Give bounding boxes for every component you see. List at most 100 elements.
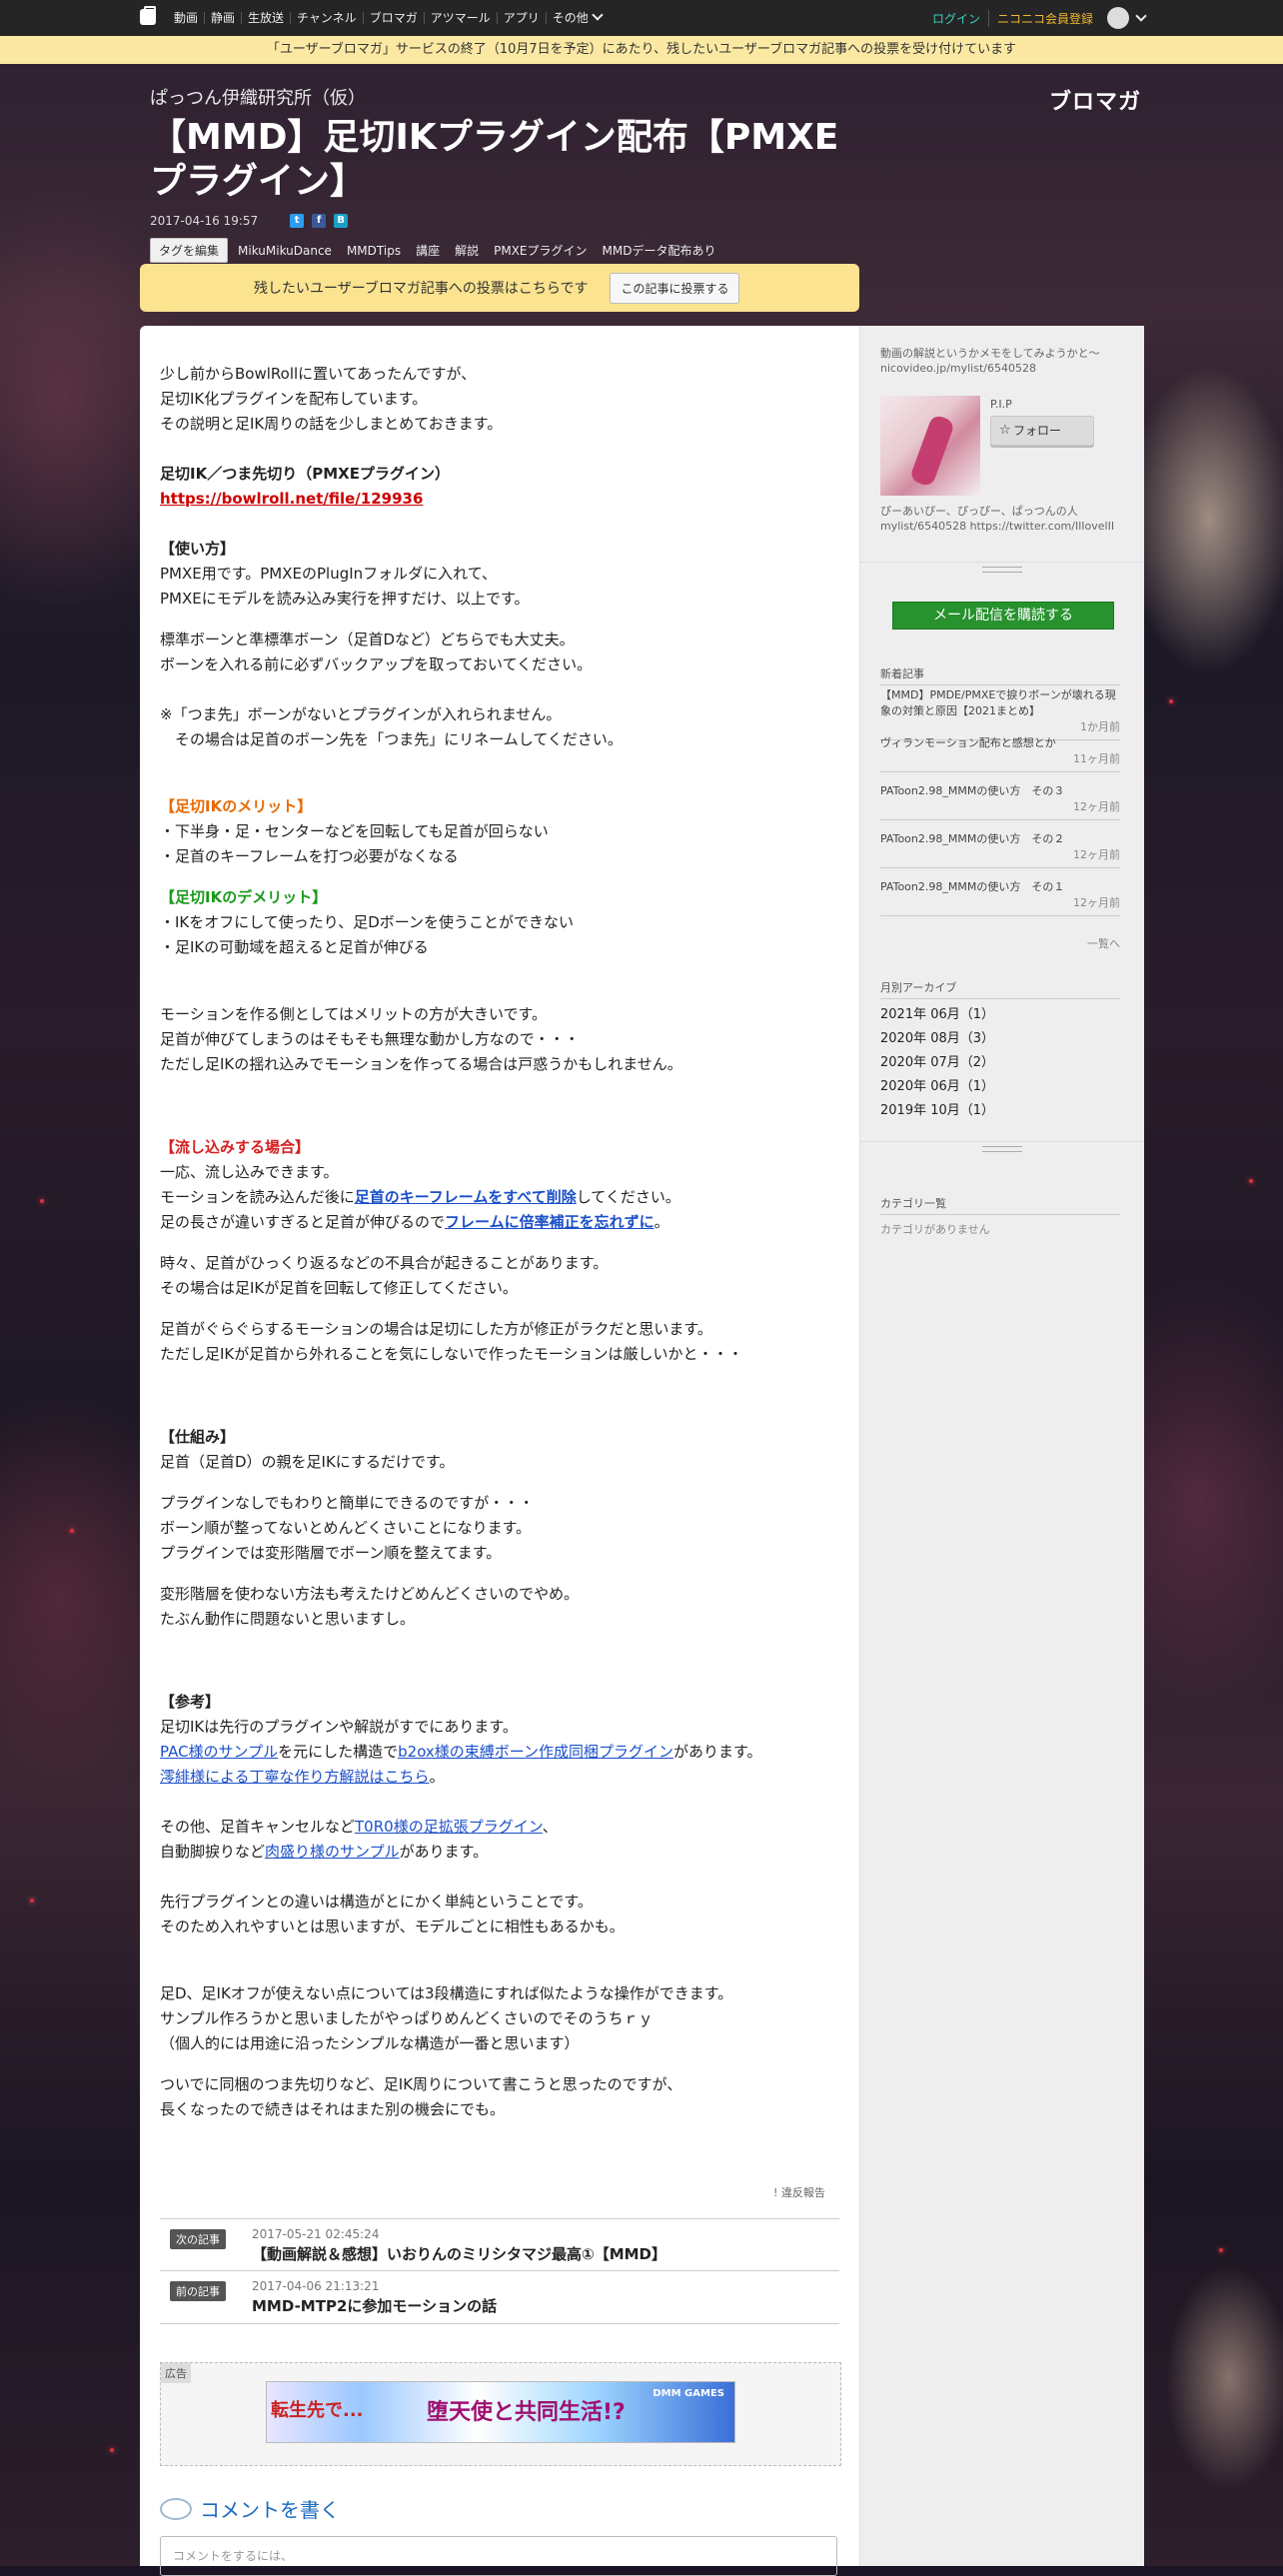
inline-link[interactable]: フレームに倍率補正を忘れずに [445, 1213, 654, 1231]
profile-name[interactable]: P.I.P [990, 398, 1012, 411]
paragraph: プラグインでは変形階層でボーン順を整えてます。 [160, 1544, 502, 1562]
tag-item[interactable]: MikuMikuDance [238, 244, 332, 258]
next-article-row[interactable]: 次の記事 2017-05-21 02:45:24 【動画解説＆感想】いおりんのミ… [160, 2218, 839, 2271]
follow-button[interactable]: フォロー [990, 416, 1094, 446]
paragraph: 足切IKは先行のプラグインや解説がすでにあります。 [160, 1718, 518, 1736]
news-item[interactable]: PAToon2.98_MMMの使い方 その３ 12ヶ月前 [880, 783, 1120, 820]
nav-seiga[interactable]: 静画 [204, 12, 241, 24]
paragraph: （個人的には用途に沿ったシンプルな構造が一番と思います） [160, 2034, 580, 2052]
archive-item[interactable]: 2019年 10月（1） [880, 1099, 994, 1118]
subscribe-mail-button[interactable]: メール配信を購読する [892, 602, 1114, 630]
blomaga-logo[interactable]: ブロマガ [1049, 84, 1141, 116]
paragraph: 足首（足首D）の親を足IKにするだけです。 [160, 1453, 455, 1471]
inline-link[interactable]: 足首のキーフレームをすべて削除 [355, 1188, 577, 1206]
nav-app[interactable]: アプリ [496, 12, 546, 24]
inline-link[interactable]: PAC様のサンプル [160, 1743, 278, 1761]
chevron-down-icon[interactable] [1135, 10, 1147, 22]
login-link[interactable]: ログイン [932, 10, 980, 27]
paragraph: 足首が伸びてしまうのはそもそも無理な動かし方なので・・・ [160, 1030, 580, 1048]
facebook-share-icon[interactable]: f [312, 214, 327, 228]
news-item[interactable]: PAToon2.98_MMMの使い方 その２ 12ヶ月前 [880, 831, 1120, 868]
tag-item[interactable]: PMXEプラグイン [494, 242, 587, 259]
nav-douga[interactable]: 動画 [168, 12, 204, 24]
paragraph: モーションを作る側としてはメリットの方が大きいです。 [160, 1005, 548, 1023]
paragraph: 時々、足首がひっくり返るなどの不具合が起きることがあります。 [160, 1254, 609, 1272]
report-link[interactable]: ! 違反報告 [773, 2184, 825, 2200]
paragraph: ただし足IKの揺れ込みでモーションを作ってる場合は戸惑うかもしれません。 [160, 1055, 682, 1073]
inline-link[interactable]: 澪緋様による丁寧な作り方解説はこちら [160, 1768, 430, 1786]
paragraph: プラグインなしでもわりと簡単にできるのですが・・・ [160, 1494, 535, 1512]
paragraph: PAC様のサンプルを元にした構造でb2ox様の束縛ボーン作成同梱プラグインがあり… [160, 1743, 762, 1761]
pour-heading: 【流し込みする場合】 [160, 1138, 311, 1156]
ad-banner[interactable]: 転生先で... 堕天使と共同生活!? DMM GAMES [266, 2381, 735, 2443]
category-title: カテゴリ一覧 [880, 1195, 1120, 1215]
paragraph: ・下半身・足・センターなどを回転しても足首が回らない [160, 822, 549, 840]
inline-link[interactable]: b2ox様の束縛ボーン作成同梱プラグイン [398, 1743, 673, 1761]
ad-label: 広告 [161, 2363, 191, 2383]
paragraph: 少し前からBowlRollに置いてあったんですが、 [160, 365, 477, 383]
section-heading: 【使い方】 [160, 540, 236, 558]
paragraph: モーションを読み込んだ後に足首のキーフレームをすべて削除してください。 [160, 1188, 680, 1206]
comment-input[interactable]: コメントをするには、 [160, 2536, 837, 2576]
paragraph: ・足首のキーフレームを打つ必要がなくなる [160, 847, 459, 865]
paragraph: ※「つま先」ボーンがないとプラグインが入れられません。 [160, 705, 562, 723]
article-header: ぱっつん伊織研究所（仮） 【MMD】足切IKプラグイン配布【PMXEプラグイン】… [150, 84, 869, 263]
profile-image[interactable] [880, 396, 980, 496]
next-article-label: 次の記事 [170, 2229, 226, 2249]
register-link[interactable]: ニコニコ会員登録 [987, 9, 1093, 27]
sidebar-divider [860, 1141, 1144, 1154]
tag-item[interactable]: MMDデータ配布あり [603, 242, 716, 259]
edit-tags-button[interactable]: タグを編集 [150, 238, 229, 263]
paragraph: ただし足IKが足首から外れることを気にしないで作ったモーションは厳しいかと・・・ [160, 1345, 743, 1363]
channel-name[interactable]: ぱっつん伊織研究所（仮） [150, 84, 869, 110]
nav-atsumaru[interactable]: アツマール [423, 12, 497, 24]
nav-blomaga[interactable]: ブロマガ [362, 12, 424, 24]
news-item[interactable]: PAToon2.98_MMMの使い方 その１ 12ヶ月前 [880, 879, 1120, 916]
archive-title: 月別アーカイブ [880, 979, 1120, 999]
news-item[interactable]: ヴィランモーション配布と感想とか 11ヶ月前 [880, 735, 1120, 772]
prev-article-row[interactable]: 前の記事 2017-04-06 21:13:21 MMD-MTP2に参加モーショ… [160, 2270, 839, 2324]
download-link[interactable]: https://bowlroll.net/file/129936 [160, 490, 423, 508]
profile-description: 動画の解説というかメモをしてみようかと～ nicovideo.jp/mylist… [880, 347, 1100, 375]
tag-item[interactable]: 解説 [455, 242, 479, 259]
paragraph: たぶん動作に問題ないと思いますし。 [160, 1610, 416, 1628]
paragraph: 澪緋様による丁寧な作り方解説はこちら。 [160, 1768, 445, 1786]
archive-item[interactable]: 2020年 06月（1） [880, 1075, 994, 1094]
prev-article-title[interactable]: MMD-MTP2に参加モーションの話 [252, 2295, 497, 2316]
inline-link[interactable]: T0R0様の足拡張プラグイン [355, 1818, 543, 1836]
nav-channel[interactable]: チャンネル [290, 12, 363, 24]
twitter-share-icon[interactable]: t [290, 214, 305, 228]
inline-link[interactable]: 肉盛り様のサンプル [265, 1843, 400, 1861]
paragraph: ・IKをオフにして使ったり、足Dボーンを使うことができない [160, 913, 575, 931]
ad-banner-text: 転生先で... [271, 2400, 364, 2421]
paragraph: 先行プラグインとの違いは構造がとにかく単純ということです。 [160, 1893, 593, 1911]
archive-item[interactable]: 2021年 06月（1） [880, 1003, 994, 1022]
category-empty: カテゴリがありません [880, 1223, 990, 1236]
paragraph: ・足IKの可動域を超えると足首が伸びる [160, 938, 429, 956]
nav-more[interactable]: その他 [545, 9, 608, 24]
next-article-title[interactable]: 【動画解説＆感想】いおりんのミリシタマジ最高①【MMD】 [252, 2243, 666, 2264]
service-end-notice[interactable]: 「ユーザーブロマガ」サービスの終了（10月7日を予定）にあたり、残したいユーザー… [0, 36, 1283, 64]
vote-text: 残したいユーザーブロマガ記事への投票はこちらです [254, 281, 589, 297]
news-item[interactable]: 【MMD】PMDE/PMXEで捩りボーンが壊れる現象の対策と原因【2021まとめ… [880, 687, 1120, 740]
nav-live[interactable]: 生放送 [241, 12, 290, 24]
archive-item[interactable]: 2020年 07月（2） [880, 1051, 994, 1070]
tag-item[interactable]: MMDTips [347, 244, 401, 258]
paragraph: その場合は足首のボーン先を「つま先」にリネームしてください。 [160, 730, 623, 748]
global-nav: 動画 静画 生放送 チャンネル ブロマガ アツマール アプリ その他 [168, 0, 608, 36]
ad-banner-text: 堕天使と共同生活!? [427, 2400, 626, 2425]
user-avatar-icon[interactable] [1107, 7, 1129, 29]
download-title: 足切IK／つま先切り（PMXEプラグイン） [160, 465, 450, 483]
paragraph: ボーンを入れる前に必ずバックアップを取っておいてください。 [160, 655, 593, 673]
article-datetime: 2017-04-16 19:57 [150, 214, 259, 228]
paragraph: 長くなったので続きはそれはまた別の機会にでも。 [160, 2100, 506, 2118]
niconico-tv-icon[interactable] [140, 6, 156, 25]
archive-item[interactable]: 2020年 08月（3） [880, 1027, 994, 1046]
news-more-link[interactable]: 一覧へ [880, 935, 1120, 951]
paragraph: 足切IK化プラグインを配布しています。 [160, 390, 428, 408]
tag-item[interactable]: 講座 [416, 242, 440, 259]
vote-button[interactable]: この記事に投票する [610, 272, 740, 304]
hatena-bookmark-icon[interactable]: B [334, 214, 349, 228]
paragraph: 一応、流し込みできます。 [160, 1163, 339, 1181]
ad-banner-brand: DMM GAMES [652, 2388, 724, 2399]
